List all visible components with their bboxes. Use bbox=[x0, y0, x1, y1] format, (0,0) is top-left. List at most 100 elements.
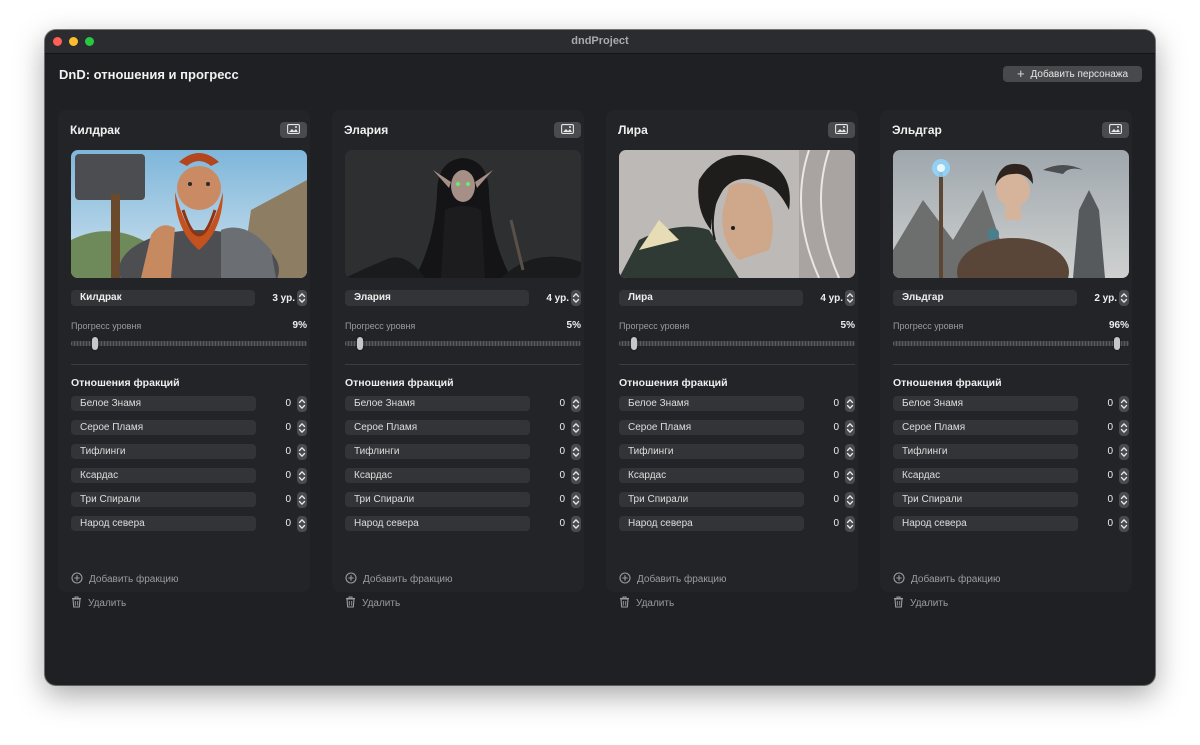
faction-stepper[interactable] bbox=[845, 491, 855, 508]
faction-name-field[interactable]: Три Спирали bbox=[619, 492, 804, 507]
progress-value: 5% bbox=[566, 320, 581, 331]
faction-name-field[interactable]: Три Спирали bbox=[71, 492, 256, 507]
level-value: 2 ур. bbox=[1094, 293, 1117, 304]
page-title: DnD: отношения и прогресс bbox=[59, 67, 239, 82]
change-image-button[interactable] bbox=[1102, 122, 1129, 138]
faction-name-field[interactable]: Ксардас bbox=[893, 468, 1078, 483]
delete-character-button[interactable]: Удалить bbox=[893, 596, 948, 610]
add-faction-button[interactable]: Добавить фракцию bbox=[345, 571, 453, 586]
faction-stepper[interactable] bbox=[1119, 419, 1129, 436]
add-faction-label: Добавить фракцию bbox=[89, 573, 179, 585]
level-stepper[interactable] bbox=[297, 290, 307, 306]
name-field[interactable]: Килдрак bbox=[71, 290, 255, 306]
level-stepper[interactable] bbox=[571, 290, 581, 306]
faction-stepper[interactable] bbox=[297, 395, 307, 412]
faction-stepper[interactable] bbox=[845, 419, 855, 436]
faction-value: 0 bbox=[833, 422, 839, 433]
photo-icon bbox=[835, 121, 848, 139]
faction-stepper[interactable] bbox=[571, 419, 581, 436]
faction-name-field[interactable]: Белое Знамя bbox=[893, 396, 1078, 411]
faction-stepper[interactable] bbox=[845, 515, 855, 532]
faction-stepper[interactable] bbox=[571, 491, 581, 508]
faction-name-field[interactable]: Три Спирали bbox=[345, 492, 530, 507]
faction-value: 0 bbox=[285, 470, 291, 481]
window-title: dndProject bbox=[571, 35, 629, 47]
faction-value: 0 bbox=[559, 470, 565, 481]
faction-name-field[interactable]: Серое Пламя bbox=[345, 420, 530, 435]
level-stepper[interactable] bbox=[845, 290, 855, 306]
progress-slider-thumb[interactable] bbox=[1113, 337, 1120, 350]
add-faction-label: Добавить фракцию bbox=[363, 573, 453, 585]
faction-name-field[interactable]: Серое Пламя bbox=[893, 420, 1078, 435]
faction-stepper[interactable] bbox=[845, 443, 855, 460]
character-card: Эльдгар Эльдгар 2 ур. Прогресс уровня 96% Отн… bbox=[880, 110, 1132, 609]
faction-stepper[interactable] bbox=[297, 467, 307, 484]
faction-value: 0 bbox=[285, 398, 291, 409]
faction-stepper[interactable] bbox=[297, 491, 307, 508]
faction-stepper[interactable] bbox=[1119, 515, 1129, 532]
delete-character-button[interactable]: Удалить bbox=[619, 596, 674, 610]
faction-stepper[interactable] bbox=[845, 395, 855, 412]
progress-slider-thumb[interactable] bbox=[91, 337, 98, 350]
faction-stepper[interactable] bbox=[571, 443, 581, 460]
progress-slider-track[interactable] bbox=[345, 341, 581, 346]
character-card: Элария Элария 4 ур. Прогресс уровня 5% Отноше… bbox=[332, 110, 584, 609]
change-image-button[interactable] bbox=[554, 122, 581, 138]
add-character-button[interactable]: + Добавить персонажа bbox=[1003, 66, 1142, 82]
faction-name-field[interactable]: Тифлинги bbox=[71, 444, 256, 459]
faction-name-field[interactable]: Ксардас bbox=[71, 468, 256, 483]
add-faction-label: Добавить фракцию bbox=[637, 573, 727, 585]
trash-icon bbox=[71, 596, 82, 611]
faction-stepper[interactable] bbox=[1119, 491, 1129, 508]
add-faction-button[interactable]: Добавить фракцию bbox=[619, 571, 727, 586]
add-faction-button[interactable]: Добавить фракцию bbox=[71, 571, 179, 586]
faction-stepper[interactable] bbox=[1119, 443, 1129, 460]
title-bar[interactable]: dndProject bbox=[45, 30, 1155, 54]
progress-slider-track[interactable] bbox=[893, 341, 1129, 346]
faction-name-field[interactable]: Народ севера bbox=[345, 516, 530, 531]
change-image-button[interactable] bbox=[280, 122, 307, 138]
faction-name-field[interactable]: Народ севера bbox=[893, 516, 1078, 531]
faction-name-field[interactable]: Белое Знамя bbox=[345, 396, 530, 411]
faction-stepper[interactable] bbox=[297, 515, 307, 532]
add-faction-button[interactable]: Добавить фракцию bbox=[893, 571, 1001, 586]
faction-name-field[interactable]: Ксардас bbox=[345, 468, 530, 483]
progress-slider-track[interactable] bbox=[619, 341, 855, 346]
progress-slider-thumb[interactable] bbox=[356, 337, 363, 350]
delete-character-button[interactable]: Удалить bbox=[345, 596, 400, 610]
faction-name-field[interactable]: Серое Пламя bbox=[71, 420, 256, 435]
name-field[interactable]: Лира bbox=[619, 290, 803, 306]
faction-stepper[interactable] bbox=[1119, 467, 1129, 484]
faction-name-field[interactable]: Три Спирали bbox=[893, 492, 1078, 507]
progress-slider-track[interactable] bbox=[71, 341, 307, 346]
name-field[interactable]: Эльдгар bbox=[893, 290, 1077, 306]
delete-character-button[interactable]: Удалить bbox=[71, 596, 126, 610]
faction-stepper[interactable] bbox=[297, 443, 307, 460]
faction-stepper[interactable] bbox=[1119, 395, 1129, 412]
level-value: 4 ур. bbox=[820, 293, 843, 304]
faction-name-field[interactable]: Серое Пламя bbox=[619, 420, 804, 435]
change-image-button[interactable] bbox=[828, 122, 855, 138]
faction-name-field[interactable]: Народ севера bbox=[71, 516, 256, 531]
faction-name-field[interactable]: Народ севера bbox=[619, 516, 804, 531]
divider bbox=[619, 364, 855, 365]
name-field[interactable]: Элария bbox=[345, 290, 529, 306]
divider bbox=[71, 364, 307, 365]
faction-stepper[interactable] bbox=[571, 515, 581, 532]
faction-stepper[interactable] bbox=[571, 395, 581, 412]
app-window: dndProject DnD: отношения и прогресс + Д… bbox=[45, 30, 1155, 685]
faction-value: 0 bbox=[1107, 446, 1113, 457]
faction-name-field[interactable]: Белое Знамя bbox=[71, 396, 256, 411]
faction-name-field[interactable]: Ксардас bbox=[619, 468, 804, 483]
faction-stepper[interactable] bbox=[571, 467, 581, 484]
faction-name-field[interactable]: Тифлинги bbox=[893, 444, 1078, 459]
level-stepper[interactable] bbox=[1119, 290, 1129, 306]
faction-name-field[interactable]: Тифлинги bbox=[345, 444, 530, 459]
faction-stepper[interactable] bbox=[297, 419, 307, 436]
progress-slider-thumb[interactable] bbox=[630, 337, 637, 350]
faction-stepper[interactable] bbox=[845, 467, 855, 484]
faction-name-field[interactable]: Тифлинги bbox=[619, 444, 804, 459]
faction-value: 0 bbox=[285, 446, 291, 457]
progress-label: Прогресс уровня bbox=[71, 321, 142, 331]
faction-name-field[interactable]: Белое Знамя bbox=[619, 396, 804, 411]
